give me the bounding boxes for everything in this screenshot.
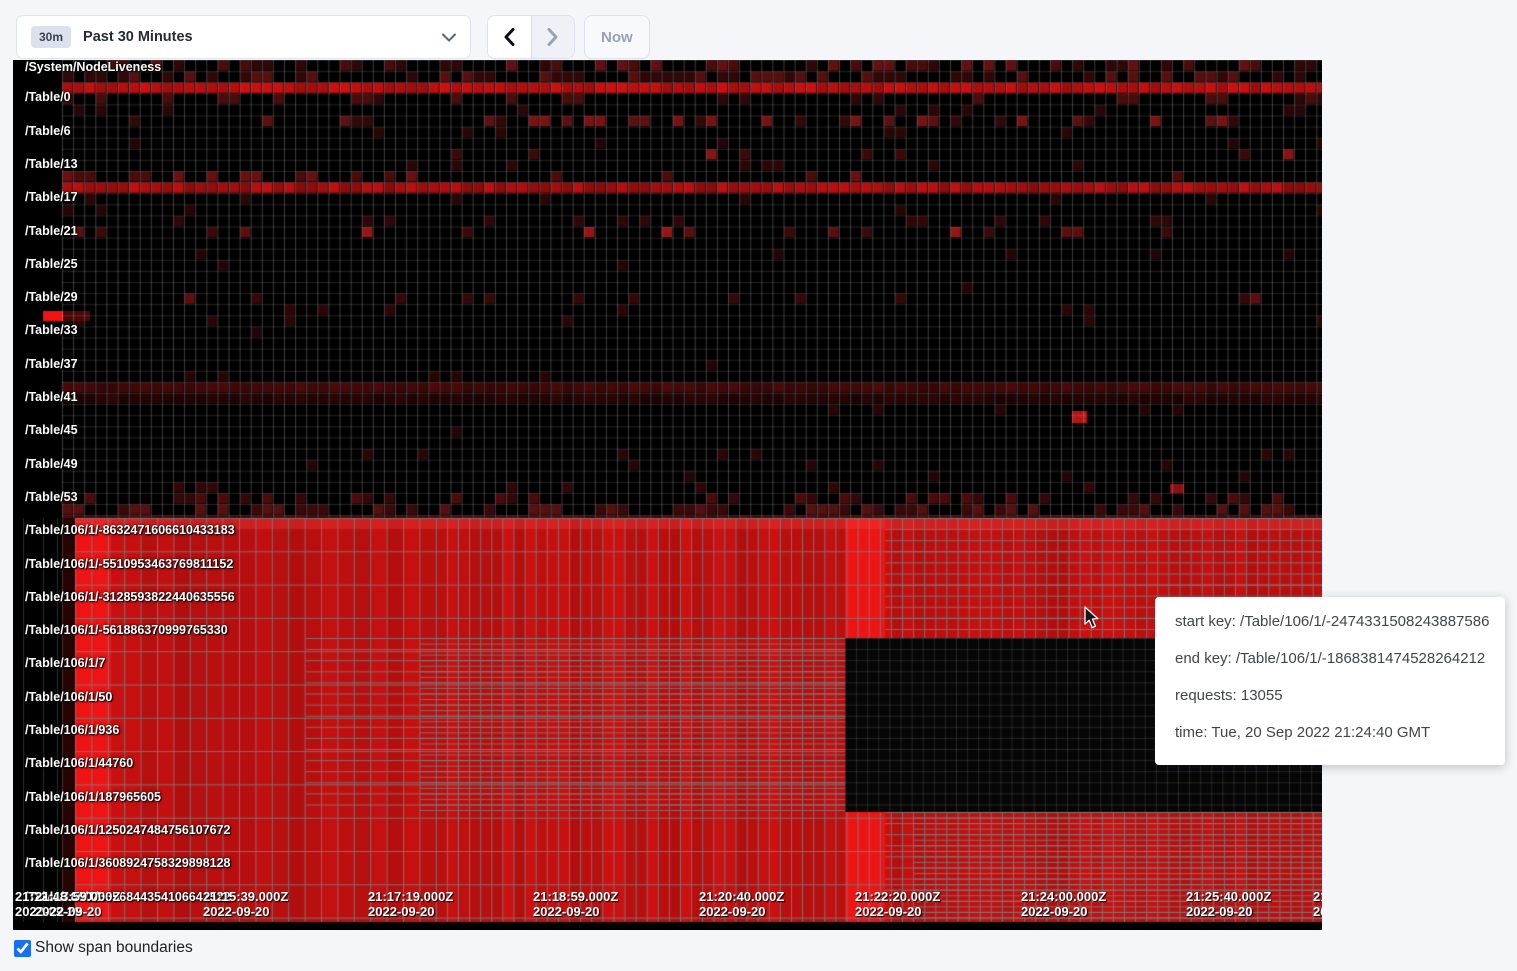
time-range-select[interactable]: 30m Past 30 Minutes <box>16 15 471 59</box>
time-range-badge: 30m <box>31 26 71 48</box>
tooltip-end-key: end key: /Table/106/1/-18683814745282642… <box>1175 650 1485 667</box>
show-span-boundaries-label: Show span boundaries <box>35 939 193 957</box>
now-button[interactable]: Now <box>584 15 650 59</box>
prev-time-button[interactable] <box>488 16 531 58</box>
time-range-label: Past 30 Minutes <box>83 29 442 45</box>
next-time-button[interactable] <box>531 16 574 58</box>
tooltip-time: time: Tue, 20 Sep 2022 21:24:40 GMT <box>1175 724 1485 741</box>
chevron-left-icon <box>504 28 515 46</box>
chevron-right-icon <box>547 28 558 46</box>
heatmap-tooltip: start key: /Table/106/1/-247433150824388… <box>1155 597 1505 765</box>
tooltip-requests: requests: 13055 <box>1175 687 1485 704</box>
show-span-boundaries-control: Show span boundaries <box>14 939 193 957</box>
chevron-down-icon <box>442 33 456 42</box>
show-span-boundaries-checkbox[interactable] <box>14 940 31 957</box>
key-visualizer-heatmap[interactable] <box>13 60 1322 930</box>
heatmap-container: /System/NodeLiveness/Table/0/Table/6/Tab… <box>13 60 1322 930</box>
tooltip-start-key: start key: /Table/106/1/-247433150824388… <box>1175 613 1485 630</box>
time-nav-group <box>487 15 575 59</box>
toolbar: 30m Past 30 Minutes Now <box>0 0 1517 60</box>
